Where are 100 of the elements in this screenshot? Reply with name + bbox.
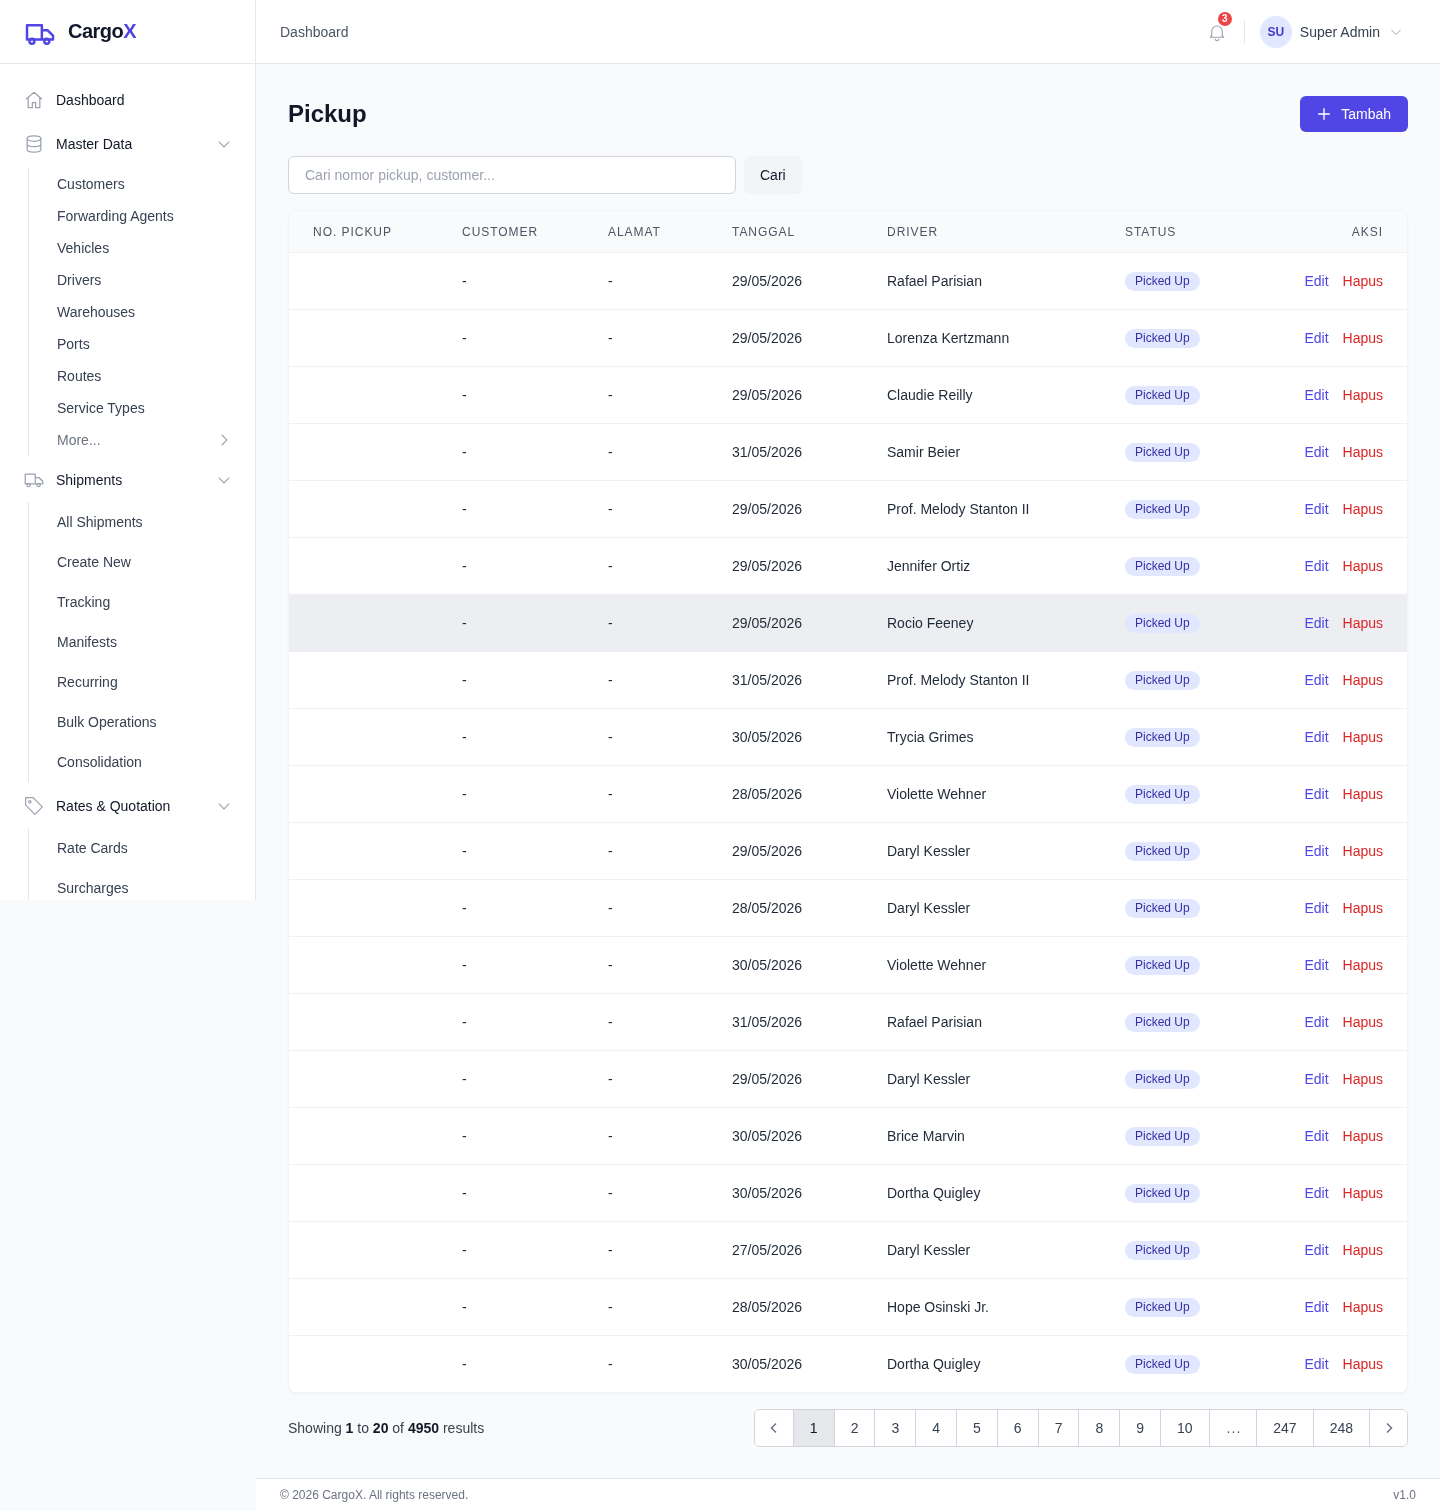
- delete-link[interactable]: Hapus: [1342, 1185, 1383, 1201]
- page-button[interactable]: 1: [792, 1410, 834, 1446]
- delete-link[interactable]: Hapus: [1342, 1242, 1383, 1258]
- table-cell: 29/05/2026: [708, 537, 863, 594]
- nav-subitem[interactable]: Bulk Operations: [57, 702, 239, 742]
- edit-link[interactable]: Edit: [1304, 729, 1329, 745]
- edit-link[interactable]: Edit: [1304, 273, 1329, 289]
- nav-subitem[interactable]: Create New: [57, 542, 239, 582]
- table-cell: Brice Marvin: [863, 1107, 1101, 1164]
- edit-link[interactable]: Edit: [1304, 444, 1329, 460]
- add-button[interactable]: Tambah: [1300, 96, 1408, 132]
- delete-link[interactable]: Hapus: [1342, 672, 1383, 688]
- table-cell: Daryl Kessler: [863, 822, 1101, 879]
- table-cell: -: [438, 1335, 584, 1392]
- nav-subitem[interactable]: Tracking: [57, 582, 239, 622]
- nav-item[interactable]: Master Data: [16, 124, 239, 164]
- table-cell: Claudie Reilly: [863, 366, 1101, 423]
- delete-link[interactable]: Hapus: [1342, 387, 1383, 403]
- delete-link[interactable]: Hapus: [1342, 501, 1383, 517]
- table-cell: -: [584, 879, 708, 936]
- edit-link[interactable]: Edit: [1304, 1128, 1329, 1144]
- table-cell: 30/05/2026: [708, 1107, 863, 1164]
- delete-link[interactable]: Hapus: [1342, 1356, 1383, 1372]
- delete-link[interactable]: Hapus: [1342, 786, 1383, 802]
- status-badge: Picked Up: [1125, 1240, 1200, 1260]
- table-cell: -: [438, 423, 584, 480]
- table-cell: 30/05/2026: [708, 936, 863, 993]
- table-cell: -: [584, 1335, 708, 1392]
- edit-link[interactable]: Edit: [1304, 1071, 1329, 1087]
- edit-link[interactable]: Edit: [1304, 615, 1329, 631]
- nav-subitem[interactable]: Forwarding Agents: [57, 200, 239, 232]
- nav-subitem[interactable]: More...: [57, 424, 239, 456]
- edit-link[interactable]: Edit: [1304, 900, 1329, 916]
- nav-item[interactable]: Shipments: [16, 460, 239, 500]
- status-badge: Picked Up: [1125, 955, 1200, 975]
- edit-link[interactable]: Edit: [1304, 501, 1329, 517]
- status-badge: Picked Up: [1125, 841, 1200, 861]
- nav-subitem[interactable]: Drivers: [57, 264, 239, 296]
- next-page-button[interactable]: [1369, 1410, 1407, 1446]
- status-badge: Picked Up: [1125, 385, 1200, 405]
- edit-link[interactable]: Edit: [1304, 558, 1329, 574]
- delete-link[interactable]: Hapus: [1342, 729, 1383, 745]
- table-cell: Trycia Grimes: [863, 708, 1101, 765]
- delete-link[interactable]: Hapus: [1342, 1128, 1383, 1144]
- edit-link[interactable]: Edit: [1304, 786, 1329, 802]
- table-cell: -: [584, 651, 708, 708]
- edit-link[interactable]: Edit: [1304, 843, 1329, 859]
- delete-link[interactable]: Hapus: [1342, 1299, 1383, 1315]
- edit-link[interactable]: Edit: [1304, 330, 1329, 346]
- delete-link[interactable]: Hapus: [1342, 330, 1383, 346]
- edit-link[interactable]: Edit: [1304, 1299, 1329, 1315]
- delete-link[interactable]: Hapus: [1342, 957, 1383, 973]
- edit-link[interactable]: Edit: [1304, 957, 1329, 973]
- nav-subitem[interactable]: Routes: [57, 360, 239, 392]
- nav-subitem[interactable]: Ports: [57, 328, 239, 360]
- nav-subitem[interactable]: All Shipments: [57, 502, 239, 542]
- delete-link[interactable]: Hapus: [1342, 558, 1383, 574]
- user-name[interactable]: Super Admin: [1299, 23, 1380, 40]
- status-badge: Picked Up: [1125, 784, 1200, 804]
- table-cell: Lorenza Kertzmann: [863, 309, 1101, 366]
- table-cell: -: [584, 765, 708, 822]
- edit-link[interactable]: Edit: [1304, 672, 1329, 688]
- delete-link[interactable]: Hapus: [1342, 843, 1383, 859]
- nav-subitem[interactable]: Rate Cards: [57, 828, 239, 868]
- edit-link[interactable]: Edit: [1304, 1356, 1329, 1372]
- nav-subitem[interactable]: Manifests: [57, 622, 239, 662]
- nav-subitem[interactable]: Vehicles: [57, 232, 239, 264]
- table-cell: Hope Osinski Jr.: [863, 1278, 1101, 1335]
- nav-subitem[interactable]: Surcharges: [57, 868, 239, 900]
- edit-link[interactable]: Edit: [1304, 1185, 1329, 1201]
- delete-link[interactable]: Hapus: [1342, 1071, 1383, 1087]
- nav-subitem[interactable]: Warehouses: [57, 296, 239, 328]
- edit-link[interactable]: Edit: [1304, 1242, 1329, 1258]
- table-cell: -: [438, 1221, 584, 1278]
- nav-subitem[interactable]: Recurring: [57, 662, 239, 702]
- plus-icon: [1317, 107, 1332, 121]
- delete-link[interactable]: Hapus: [1342, 615, 1383, 631]
- search-button[interactable]: Cari: [744, 156, 802, 194]
- nav-subitem[interactable]: Service Types: [57, 392, 239, 424]
- version-label: v1.0: [1393, 1488, 1416, 1502]
- nav-subitem[interactable]: Customers: [57, 168, 239, 200]
- delete-link[interactable]: Hapus: [1342, 444, 1383, 460]
- delete-link[interactable]: Hapus: [1342, 900, 1383, 916]
- notification-badge: 3: [1217, 11, 1232, 26]
- breadcrumb[interactable]: Dashboard: [280, 23, 349, 40]
- brand-name[interactable]: CargoX: [68, 20, 137, 43]
- nav-subitem[interactable]: Consolidation: [57, 742, 239, 782]
- edit-link[interactable]: Edit: [1304, 387, 1329, 403]
- edit-link[interactable]: Edit: [1304, 1014, 1329, 1030]
- table-cell: 29/05/2026: [708, 594, 863, 651]
- table-cell: 29/05/2026: [708, 480, 863, 537]
- search-field[interactable]: Cari nomor pickup, customer...: [288, 156, 736, 194]
- delete-link[interactable]: Hapus: [1342, 273, 1383, 289]
- table-cell: -: [584, 252, 708, 309]
- page-title: Pickup: [288, 100, 367, 128]
- nav-item[interactable]: Rates & Quotation: [16, 786, 239, 826]
- delete-link[interactable]: Hapus: [1342, 1014, 1383, 1030]
- status-badge: Picked Up: [1125, 1297, 1200, 1317]
- nav-item[interactable]: Dashboard: [16, 80, 239, 120]
- user-avatar[interactable]: SU: [1259, 15, 1292, 48]
